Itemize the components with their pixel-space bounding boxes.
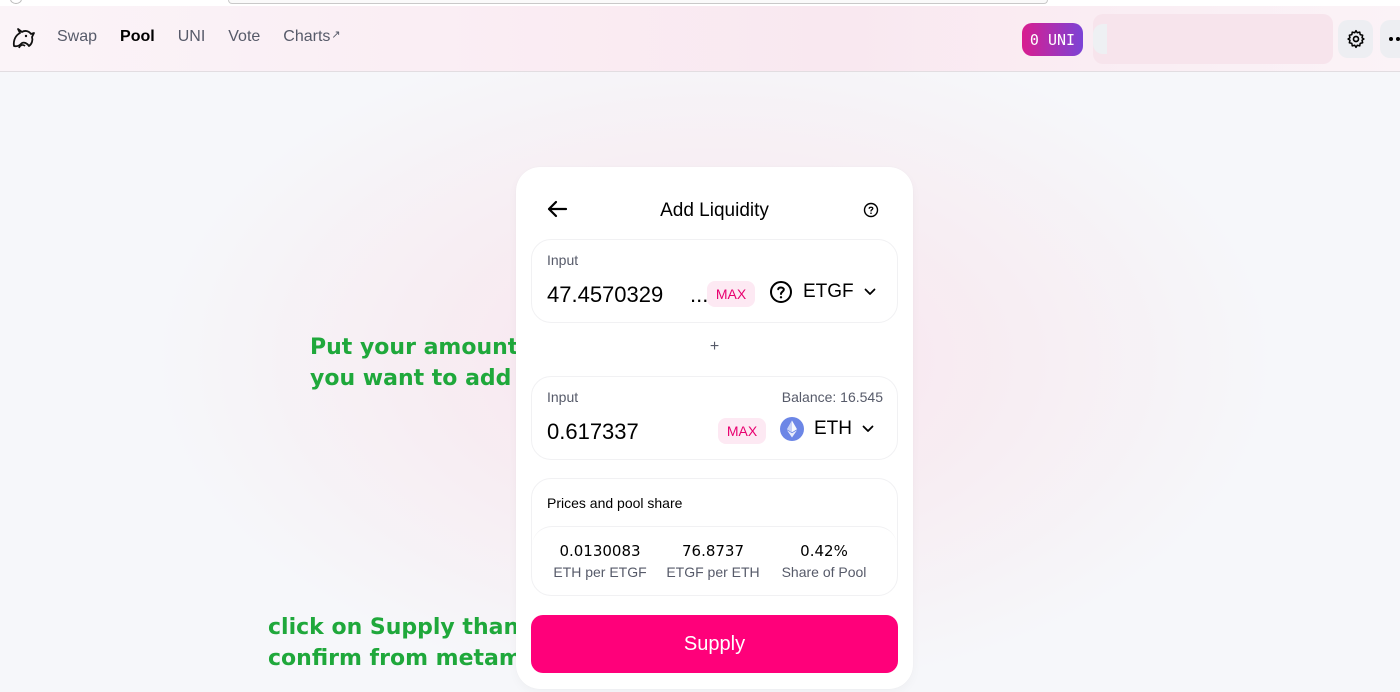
nav-swap-label: Swap <box>57 28 98 45</box>
stat-share-of-pool: 0.42% Share of Pool <box>764 542 884 580</box>
amount-input-1[interactable]: 47.4570329 <box>547 282 663 308</box>
browser-url-bar[interactable] <box>228 0 1048 4</box>
stat-label: Share of Pool <box>781 564 867 580</box>
main-nav: Swap Pool UNI Vote Charts↗ <box>57 28 364 46</box>
prices-and-pool-share: Prices and pool share 0.0130083 ETH per … <box>531 478 898 596</box>
page-title: Add Liquidity <box>660 200 769 221</box>
browser-tab-icon <box>10 0 22 4</box>
token-input-panel-2: Input Balance: 16.545 0.617337 MAX ETH <box>531 376 898 460</box>
external-link-icon: ↗ <box>331 29 341 41</box>
input-label: Input <box>547 389 579 405</box>
supply-label: Supply <box>683 632 746 655</box>
stat-etgf-per-eth: 76.8737 ETGF per ETH <box>653 542 773 580</box>
max-label: MAX <box>715 286 747 302</box>
annotation-line: you want to add <box>310 366 512 391</box>
input-label: Input <box>547 252 579 268</box>
supply-button[interactable]: Supply <box>531 615 898 673</box>
prices-title: Prices and pool share <box>547 495 683 511</box>
nav-pool[interactable]: Pool <box>120 28 155 46</box>
max-button-2[interactable]: MAX <box>718 418 766 444</box>
annotation-put-amount: Put your amount you want to add <box>310 332 518 394</box>
stat-value: 0.0130083 <box>559 542 641 560</box>
amount-input-2[interactable]: 0.617337 <box>547 419 639 445</box>
account-button[interactable] <box>1093 14 1333 64</box>
nav-charts[interactable]: Charts↗ <box>283 28 340 46</box>
stat-eth-per-etgf: 0.0130083 ETH per ETGF <box>540 542 660 580</box>
settings-button[interactable] <box>1338 20 1373 58</box>
more-icon <box>1389 37 1400 41</box>
amount-overflow: ... <box>690 282 709 307</box>
nav-vote-label: Vote <box>228 28 261 45</box>
uni-balance-button[interactable]: 0 UNI <box>1022 23 1083 56</box>
prices-stats: 0.0130083 ETH per ETGF 76.8737 ETGF per … <box>532 526 897 596</box>
nav-pool-label: Pool <box>120 28 155 45</box>
chevron-down-icon <box>862 425 874 432</box>
nav-uni[interactable]: UNI <box>178 28 206 46</box>
token-symbol: ETGF <box>803 281 854 302</box>
token-input-panel-1: Input 47.4570329 ... MAX ETGF <box>531 239 898 323</box>
max-label: MAX <box>726 423 758 439</box>
plus-separator: + <box>709 338 720 355</box>
top-navbar: Swap Pool UNI Vote Charts↗ 0 UNI <box>0 6 1400 72</box>
token-symbol: ETH <box>814 418 852 439</box>
help-icon[interactable] <box>863 202 879 218</box>
question-icon <box>770 281 792 303</box>
token-select-etgf[interactable]: ETGF <box>769 280 876 304</box>
unicorn-logo-icon[interactable] <box>10 26 36 52</box>
stat-label: ETGF per ETH <box>666 564 760 580</box>
balance-label: Balance: 16.545 <box>781 389 883 405</box>
annotation-line: Put your amount <box>310 335 519 360</box>
nav-swap[interactable]: Swap <box>57 28 97 46</box>
nav-charts-label: Charts <box>283 28 331 45</box>
card-header: Add Liquidity <box>516 167 913 239</box>
nav-uni-label: UNI <box>177 28 206 45</box>
account-network-pill <box>1093 24 1107 54</box>
uni-balance-label: 0 UNI <box>1029 30 1076 49</box>
stat-value: 76.8737 <box>681 542 745 560</box>
stat-label: ETH per ETGF <box>553 564 647 580</box>
ethereum-icon <box>780 417 804 441</box>
stat-value: 0.42% <box>800 542 848 560</box>
max-button-1[interactable]: MAX <box>707 281 755 307</box>
add-liquidity-card: Add Liquidity Input 47.4570329 ... MAX E… <box>516 167 913 689</box>
more-menu-button[interactable] <box>1380 20 1400 58</box>
chevron-down-icon <box>864 288 876 295</box>
gear-icon <box>1346 29 1365 49</box>
token-select-eth[interactable]: ETH <box>780 417 874 441</box>
nav-vote[interactable]: Vote <box>228 28 260 46</box>
